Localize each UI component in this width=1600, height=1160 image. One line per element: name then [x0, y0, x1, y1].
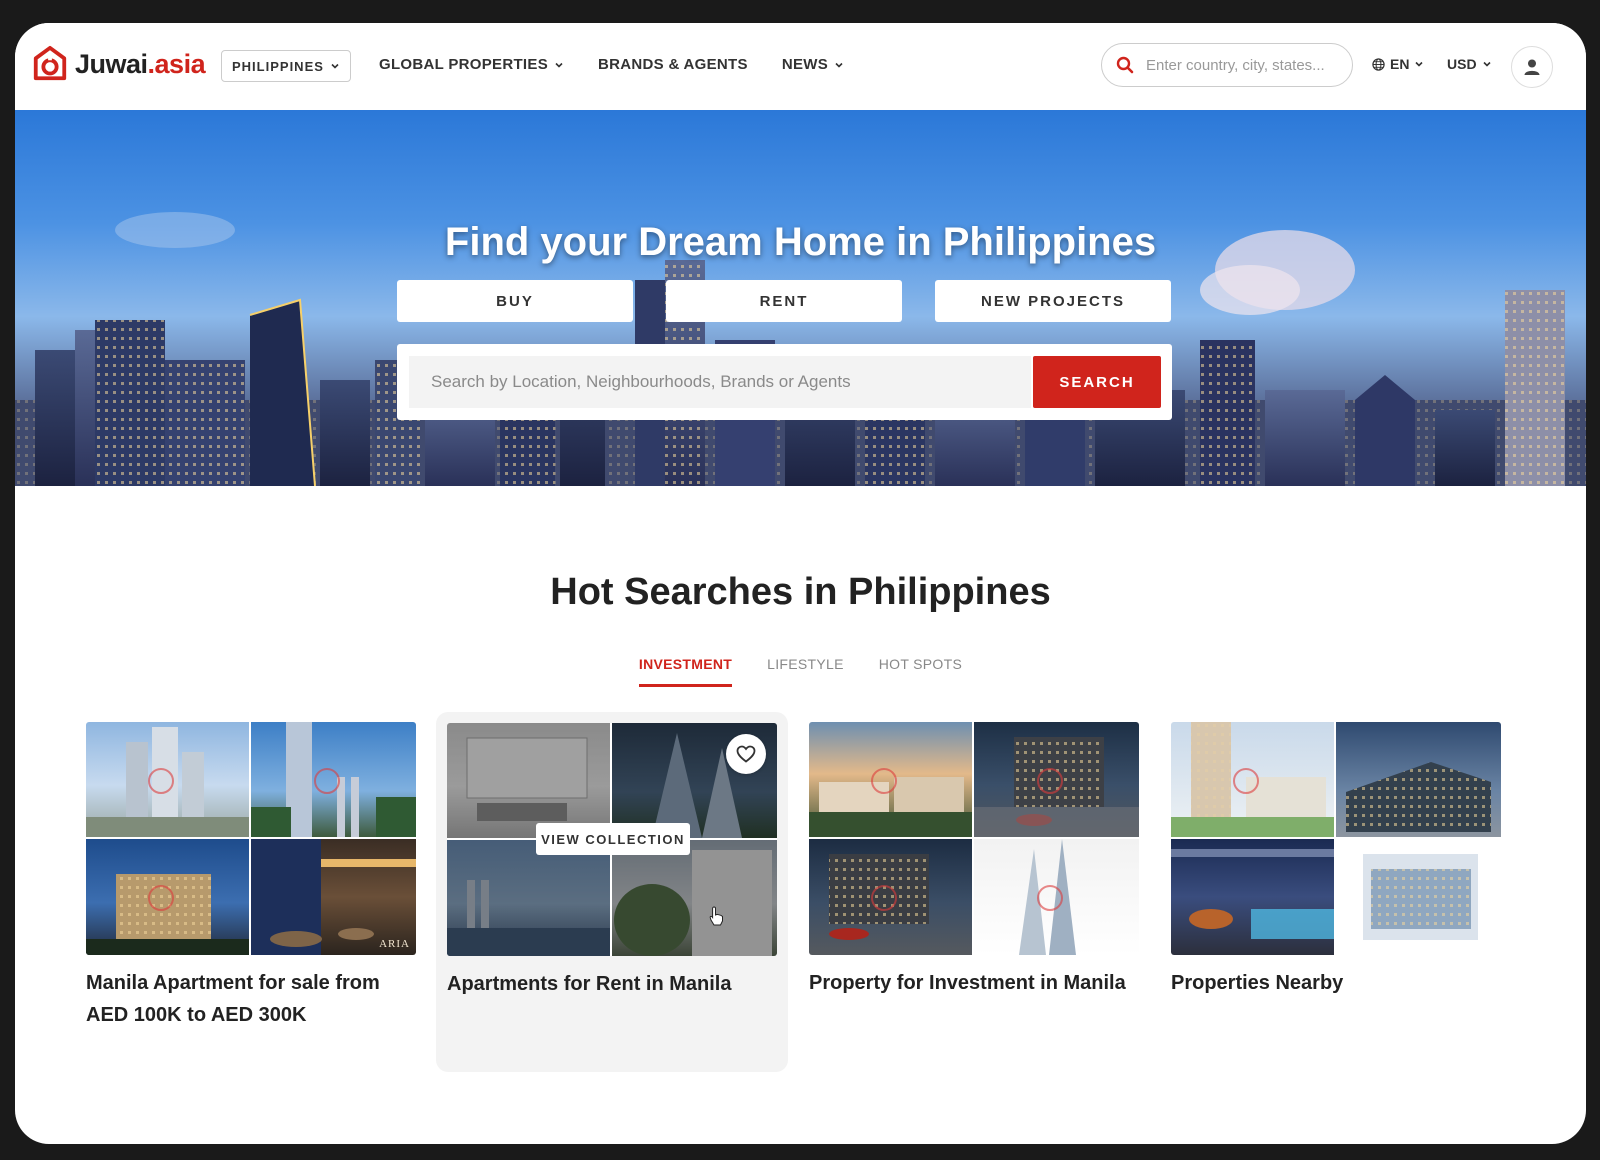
- hero-banner: Find your Dream Home in Philippines BUY …: [15, 110, 1586, 486]
- property-image: ARIA: [251, 839, 416, 955]
- collection-card[interactable]: Property for Investment in Manila: [809, 722, 1139, 999]
- hot-search-tabs: INVESTMENT LIFESTYLE HOT SPOTS: [15, 656, 1586, 687]
- search-icon: [1116, 56, 1134, 74]
- hero-search-field: [409, 356, 1031, 408]
- tab-new-projects[interactable]: NEW PROJECTS: [935, 280, 1171, 322]
- card-title[interactable]: Properties Nearby: [1171, 967, 1501, 999]
- chevron-down-icon: [1415, 61, 1424, 67]
- globe-icon: [1372, 57, 1385, 71]
- nav-label: BRANDS & AGENTS: [598, 56, 748, 73]
- language-selector[interactable]: EN: [1372, 56, 1424, 72]
- header-search-input[interactable]: [1144, 55, 1348, 75]
- nav-label: GLOBAL PROPERTIES: [379, 56, 549, 73]
- browser-frame: Juwai.asia PHILIPPINES GLOBAL PROPERTIES…: [15, 23, 1586, 1144]
- hero-search-input[interactable]: [429, 371, 1013, 393]
- header-search: [1101, 43, 1353, 87]
- site-header: Juwai.asia PHILIPPINES GLOBAL PROPERTIES…: [15, 23, 1586, 111]
- property-image: [809, 839, 972, 955]
- property-image: [974, 722, 1139, 837]
- logo-icon: [33, 45, 67, 81]
- chevron-down-icon: [331, 63, 339, 69]
- chevron-down-icon: [835, 62, 843, 68]
- property-image: [86, 839, 249, 955]
- property-image: [251, 722, 416, 837]
- tab-investment[interactable]: INVESTMENT: [638, 656, 733, 687]
- nav-global-properties[interactable]: GLOBAL PROPERTIES: [379, 56, 564, 73]
- nav-news[interactable]: NEWS: [782, 56, 844, 73]
- listing-type-tabs: BUY RENT NEW PROJECTS: [397, 280, 1171, 322]
- nav-brands-agents[interactable]: BRANDS & AGENTS: [598, 56, 748, 73]
- tab-lifestyle[interactable]: LIFESTYLE: [767, 656, 844, 687]
- card-image-collage: ARIA: [86, 722, 416, 955]
- user-icon: [1524, 59, 1540, 75]
- collection-cards: ARIA Manila Apartment for sale from AED …: [86, 712, 1516, 1092]
- property-image: [86, 722, 249, 837]
- property-image: [447, 840, 610, 956]
- property-image: [612, 840, 777, 956]
- collection-card[interactable]: Properties Nearby: [1171, 722, 1501, 999]
- country-label: PHILIPPINES: [232, 58, 324, 74]
- view-collection-button[interactable]: VIEW COLLECTION: [536, 823, 690, 855]
- site-logo[interactable]: Juwai.asia: [31, 45, 206, 83]
- card-image-collage: VIEW COLLECTION: [447, 723, 777, 956]
- collection-card[interactable]: VIEW COLLECTION Apartments for Rent in M…: [436, 712, 788, 1072]
- tab-rent[interactable]: RENT: [666, 280, 902, 322]
- card-title[interactable]: Property for Investment in Manila: [809, 967, 1139, 999]
- chevron-down-icon: [1482, 61, 1491, 67]
- favorite-button[interactable]: [726, 734, 766, 774]
- hand-cursor-icon: [709, 906, 723, 926]
- property-image: [1336, 839, 1501, 955]
- collection-card[interactable]: ARIA Manila Apartment for sale from AED …: [86, 722, 416, 1031]
- property-image: [974, 839, 1139, 955]
- property-image: [1336, 722, 1501, 837]
- chevron-down-icon: [555, 62, 563, 68]
- property-image: [447, 723, 610, 838]
- currency-label: USD: [1447, 56, 1477, 72]
- hero-search-box: SEARCH: [397, 344, 1172, 420]
- tab-buy[interactable]: BUY: [397, 280, 633, 322]
- hot-searches-title: Hot Searches in Philippines: [550, 571, 1051, 613]
- hero-title: Find your Dream Home in Philippines: [444, 220, 1157, 264]
- property-image: [809, 722, 972, 837]
- user-avatar-button[interactable]: [1511, 46, 1553, 88]
- property-image: [1171, 839, 1334, 955]
- property-image: [1171, 722, 1334, 837]
- currency-selector[interactable]: USD: [1447, 56, 1492, 72]
- nav-label: NEWS: [781, 56, 829, 73]
- main-nav: GLOBAL PROPERTIES BRANDS & AGENTS NEWS: [379, 56, 844, 73]
- country-selector[interactable]: PHILIPPINES: [221, 50, 351, 82]
- language-label: EN: [1390, 56, 1410, 72]
- card-title[interactable]: Manila Apartment for sale from AED 100K …: [86, 967, 416, 1031]
- tile-caption: ARIA: [379, 938, 410, 950]
- card-title[interactable]: Apartments for Rent in Manila: [447, 968, 788, 1000]
- heart-icon: [736, 745, 756, 763]
- tab-hot-spots[interactable]: HOT SPOTS: [879, 656, 962, 687]
- logo-text: Juwai.asia: [75, 48, 206, 79]
- search-button[interactable]: SEARCH: [1033, 356, 1161, 408]
- card-image-collage: [1171, 722, 1501, 955]
- card-image-collage: [809, 722, 1139, 955]
